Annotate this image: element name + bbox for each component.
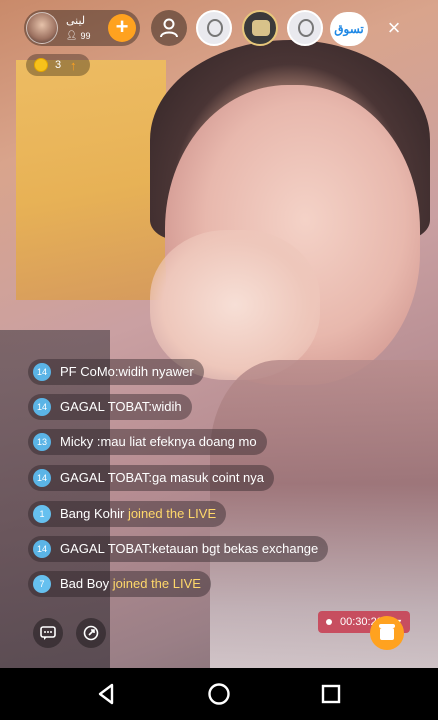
chat-sender: Bang Kohir <box>60 506 128 521</box>
person-icon: 👤︎ <box>66 30 78 40</box>
share-button[interactable] <box>76 618 106 648</box>
host-count-value: 99 <box>80 30 91 41</box>
gift-icon <box>380 628 394 640</box>
record-dot-icon <box>326 619 332 625</box>
host-viewer-count: 👤︎ 99 <box>66 30 90 41</box>
recents-icon[interactable] <box>318 681 344 707</box>
viewer-avatar[interactable] <box>242 10 278 46</box>
gift-button[interactable] <box>370 616 404 650</box>
level-badge: 7 <box>33 575 51 593</box>
home-icon[interactable] <box>206 681 232 707</box>
follow-button[interactable]: + <box>108 14 136 42</box>
badge-frame-icon <box>252 20 270 36</box>
chat-text: widih nyawer <box>118 364 194 379</box>
user-icon <box>160 18 178 38</box>
chat-sender: GAGAL TOBAT <box>60 470 149 485</box>
chat-message[interactable]: 14 GAGAL TOBAT:ga masuk coint nya <box>28 465 275 491</box>
chat-sender: GAGAL TOBAT <box>60 399 149 414</box>
chat-message[interactable]: 7 Bad Boy joined the LIVE <box>28 571 211 597</box>
coin-balance[interactable]: 3 ↑ <box>26 54 90 76</box>
level-badge: 1 <box>33 505 51 523</box>
chat-bubble-icon <box>40 626 56 640</box>
share-icon <box>83 625 99 641</box>
host-name: لينى <box>66 15 86 27</box>
chat-message[interactable]: 13 Micky :mau liat efeknya doang mo <box>28 429 267 455</box>
arrow-up-icon: ↑ <box>70 58 77 73</box>
level-badge: 14 <box>33 540 51 558</box>
shop-button[interactable]: تسوق <box>330 12 368 46</box>
host-avatar[interactable] <box>26 12 58 44</box>
chat-text: ga masuk coint nya <box>152 470 265 485</box>
viewer-avatar[interactable] <box>196 10 232 46</box>
chat-text: widih <box>152 399 182 414</box>
chat-sender: GAGAL TOBAT <box>60 541 149 556</box>
chat-text: ketauan bgt bekas exchange <box>152 541 319 556</box>
video-background <box>16 60 166 300</box>
badge-face-icon <box>298 19 314 37</box>
viewers-button[interactable] <box>151 10 187 46</box>
badge-face-icon <box>207 19 223 37</box>
chat-text: mau liat efeknya doang mo <box>100 434 257 449</box>
chat-text: joined the LIVE <box>112 576 201 591</box>
coin-icon <box>34 58 48 72</box>
comment-button[interactable] <box>33 618 63 648</box>
coin-count: 3 <box>55 59 62 71</box>
chat-sender: Micky <box>60 434 97 449</box>
level-badge: 14 <box>33 398 51 416</box>
chat-message[interactable]: 14 GAGAL TOBAT:ketauan bgt bekas exchang… <box>28 536 329 562</box>
level-badge: 14 <box>33 469 51 487</box>
host-info[interactable]: لينى 👤︎ 99 + <box>24 10 140 46</box>
chat-text: joined the LIVE <box>127 506 217 521</box>
video-subject <box>150 230 320 380</box>
level-badge: 14 <box>33 363 51 381</box>
navigation-bar <box>0 668 438 720</box>
level-badge: 13 <box>33 433 51 451</box>
live-video[interactable]: لينى 👤︎ 99 + تسوق × 3 ↑ 14 PF CoMo:widih… <box>0 0 438 668</box>
close-button[interactable]: × <box>380 14 408 42</box>
chat-sender: PF CoMo <box>60 364 115 379</box>
chat-message[interactable]: 14 PF CoMo:widih nyawer <box>28 359 204 385</box>
viewer-avatar[interactable] <box>287 10 323 46</box>
back-icon[interactable] <box>94 681 120 707</box>
chat-message[interactable]: 14 GAGAL TOBAT:widih <box>28 394 192 420</box>
chat-message[interactable]: 1 Bang Kohir joined the LIVE <box>28 501 227 527</box>
chat-sender: Bad Boy <box>60 576 113 591</box>
